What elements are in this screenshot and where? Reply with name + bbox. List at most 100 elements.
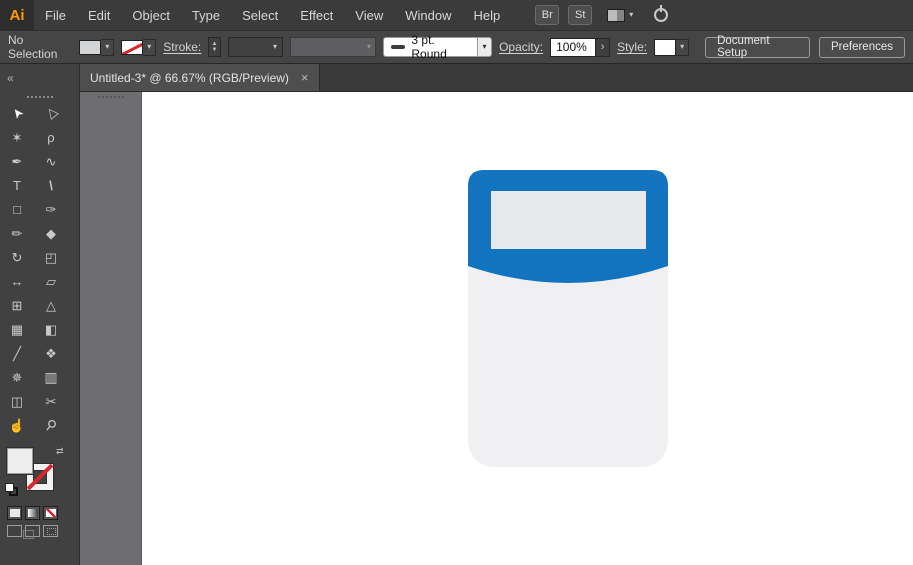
color-button[interactable] <box>7 506 22 520</box>
menu-edit[interactable]: Edit <box>77 0 121 30</box>
rotate-tool-icon: ↻ <box>11 249 23 265</box>
tool-column-graph[interactable]: ▥ <box>34 365 68 389</box>
jar-body-shape[interactable] <box>468 262 668 467</box>
opacity-panel-link[interactable]: Opacity: <box>499 40 543 54</box>
selection-tool-icon: ➤ <box>7 104 27 122</box>
jar-artwork <box>468 170 668 467</box>
tool-pencil[interactable]: ✏ <box>0 221 34 245</box>
tool-eyedropper[interactable]: ╱ <box>0 341 34 365</box>
none-slash-icon <box>122 40 143 54</box>
tool-gradient[interactable]: ◧ <box>34 317 68 341</box>
jar-label-shape[interactable] <box>491 191 646 249</box>
menubar-right-group: Br St ▾ <box>535 5 669 25</box>
line-tool-icon: \ <box>49 177 53 193</box>
menu-type[interactable]: Type <box>181 0 231 30</box>
document-setup-button[interactable]: Document Setup <box>705 35 810 59</box>
tool-perspective-grid[interactable]: △ <box>34 293 68 317</box>
none-button[interactable] <box>43 506 58 520</box>
fill-indicator[interactable] <box>7 448 33 474</box>
eraser-tool-icon: ◆ <box>46 225 56 241</box>
tool-artboard[interactable]: ◫ <box>0 389 34 413</box>
tool-selection[interactable]: ➤ <box>0 101 34 125</box>
menu-object[interactable]: Object <box>121 0 181 30</box>
menu-effect[interactable]: Effect <box>289 0 344 30</box>
tool-type[interactable]: T <box>0 173 34 197</box>
tool-pen[interactable]: ✒ <box>0 149 34 173</box>
workspace-layout-icon <box>607 8 626 22</box>
stroke-weight-select[interactable]: ▾ <box>227 37 283 57</box>
style-swatch <box>654 38 677 56</box>
tool-mesh[interactable]: ▦ <box>0 317 34 341</box>
stroke-none-swatch <box>121 39 144 55</box>
tool-blend[interactable]: ❖ <box>34 341 68 365</box>
collapsed-panel-dock <box>80 92 142 565</box>
tool-slice[interactable]: ✂ <box>34 389 68 413</box>
menu-select[interactable]: Select <box>231 0 289 30</box>
tool-rotate[interactable]: ↻ <box>0 245 34 269</box>
tool-free-transform[interactable]: ▱ <box>34 269 68 293</box>
mesh-tool-icon: ▦ <box>10 321 24 337</box>
lasso-tool-icon: ρ <box>47 129 55 145</box>
draw-behind-button[interactable] <box>23 525 40 539</box>
tool-zoom[interactable]: ⚲ <box>34 413 68 437</box>
drawing-mode-buttons <box>0 525 79 539</box>
fill-swatch <box>79 39 102 55</box>
none-icon <box>45 509 56 517</box>
stepper-down-icon: ▼ <box>211 47 218 53</box>
draw-normal-button[interactable] <box>7 525 22 537</box>
opacity-arrow-button[interactable]: › <box>596 37 611 57</box>
tool-curvature[interactable]: ∿ <box>34 149 68 173</box>
tool-eraser[interactable]: ◆ <box>34 221 68 245</box>
tool-shape-builder[interactable]: ⊞ <box>0 293 34 317</box>
brush-definition-select[interactable]: 3 pt. Round ▾ <box>383 33 493 61</box>
gpu-performance-icon[interactable] <box>654 8 669 22</box>
style-panel-link[interactable]: Style: <box>617 40 647 54</box>
tool-rectangle[interactable]: □ <box>0 197 34 221</box>
chevron-down-icon: ▾ <box>147 42 152 51</box>
brush-stroke-icon <box>391 45 406 49</box>
bridge-button[interactable]: Br <box>535 5 560 25</box>
stroke-color-dropdown[interactable]: ▾ <box>121 38 157 56</box>
artboard-canvas[interactable] <box>142 92 913 565</box>
chevron-down-icon: ▾ <box>629 10 634 19</box>
zoom-tool-icon: ⚲ <box>41 415 61 435</box>
menu-help[interactable]: Help <box>462 0 511 30</box>
workspace-switcher[interactable]: ▾ <box>607 8 634 22</box>
stock-button[interactable]: St <box>568 5 593 25</box>
preferences-button[interactable]: Preferences <box>818 36 905 58</box>
stroke-panel-link[interactable]: Stroke: <box>163 40 201 54</box>
tool-line[interactable]: \ <box>34 173 68 197</box>
gradient-button[interactable] <box>25 506 40 520</box>
tool-scale[interactable]: ◰ <box>34 245 68 269</box>
dock-grip-handle[interactable] <box>80 92 141 101</box>
tool-lasso[interactable]: ρ <box>34 125 68 149</box>
tool-paintbrush[interactable]: ✑ <box>34 197 68 221</box>
graphic-style-dropdown[interactable]: ▾ <box>654 38 690 56</box>
tool-direct-selection[interactable]: ▷ <box>34 101 68 125</box>
color-icon <box>9 509 20 517</box>
panel-grip-handle[interactable] <box>0 92 79 101</box>
chevron-down-icon: ▾ <box>272 42 277 51</box>
close-tab-icon[interactable]: × <box>301 70 309 85</box>
opacity-input[interactable]: 100% <box>550 37 597 57</box>
hand-tool-icon: ☝ <box>8 417 26 433</box>
document-tab[interactable]: Untitled-3* @ 66.67% (RGB/Preview) × <box>80 64 320 91</box>
stroke-weight-stepper[interactable]: ▲ ▼ <box>208 37 221 57</box>
menu-view[interactable]: View <box>344 0 394 30</box>
tool-symbol-sprayer[interactable]: ✵ <box>0 365 34 389</box>
menu-file[interactable]: File <box>34 0 77 30</box>
document-tab-bar: Untitled-3* @ 66.67% (RGB/Preview) × <box>80 64 913 92</box>
draw-inside-button[interactable] <box>43 525 58 537</box>
menu-window[interactable]: Window <box>394 0 462 30</box>
swap-fill-stroke-icon[interactable]: ⇄ <box>56 446 64 457</box>
column-graph-tool-icon: ▥ <box>44 369 58 385</box>
width-tool-icon: ↔ <box>10 273 24 289</box>
collapse-panel-button[interactable]: « <box>7 71 14 85</box>
default-fill-stroke-button[interactable] <box>5 483 19 497</box>
tool-magic-wand[interactable]: ✶ <box>0 125 34 149</box>
variable-width-profile-select[interactable]: ▾ <box>289 37 377 57</box>
tool-width[interactable]: ↔ <box>0 269 34 293</box>
tool-hand[interactable]: ☝ <box>0 413 34 437</box>
fill-color-dropdown[interactable]: ▾ <box>79 38 115 56</box>
magic-wand-tool-icon: ✶ <box>11 129 23 145</box>
